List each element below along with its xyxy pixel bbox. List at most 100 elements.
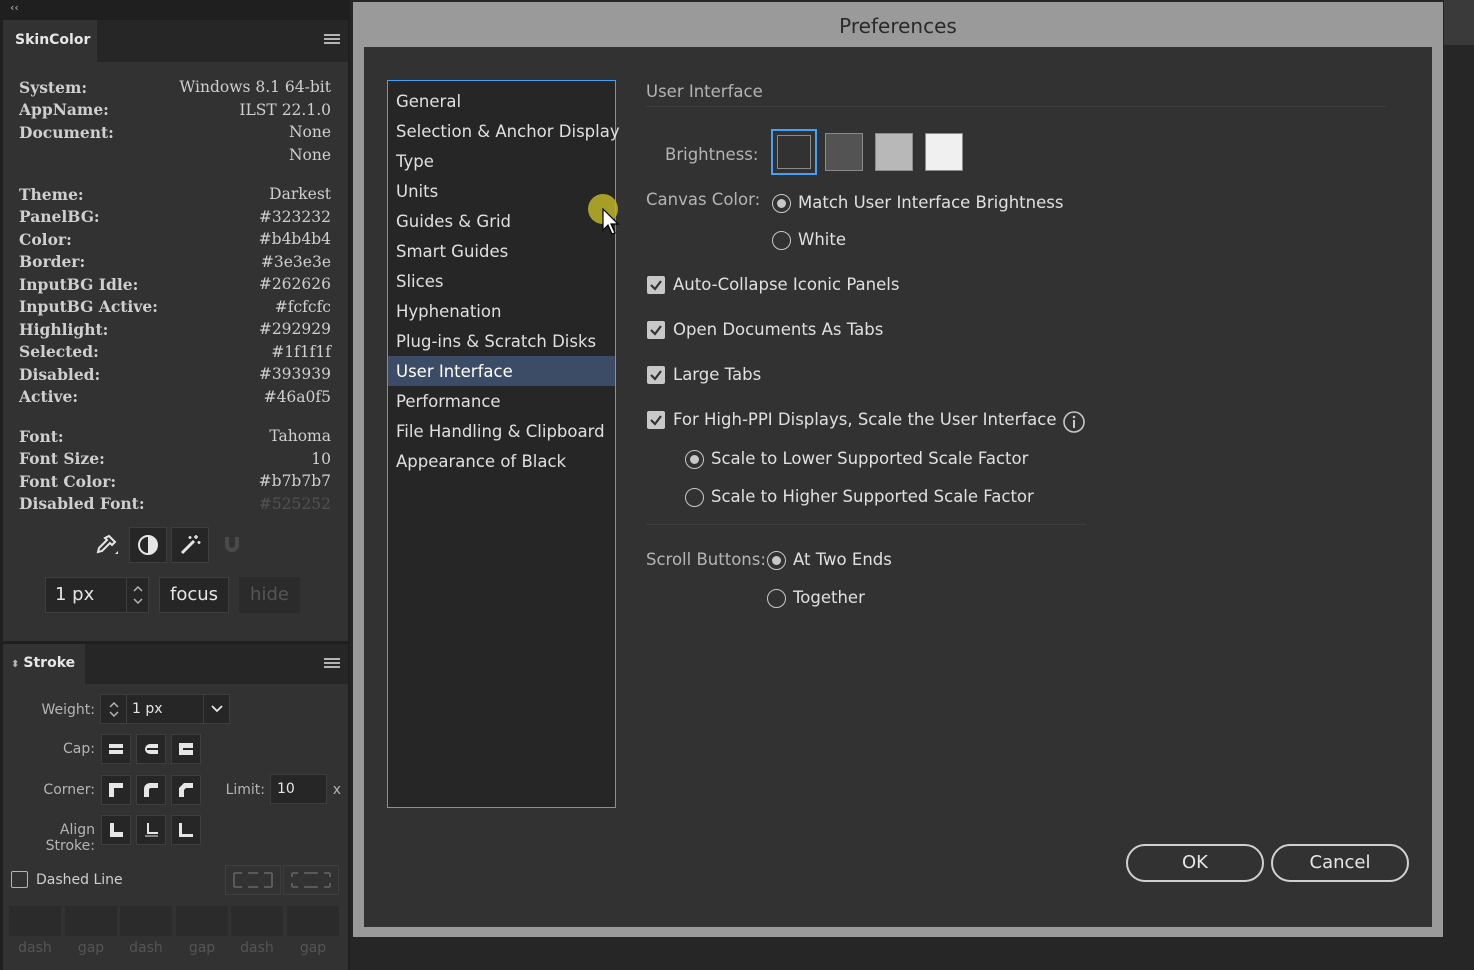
scroll-two-ends-label[interactable]: At Two Ends [793,550,892,569]
px-stepper[interactable]: 1 px [45,577,149,613]
category-guides-grid[interactable]: Guides & Grid [388,206,615,236]
category-type[interactable]: Type [388,146,615,176]
scale-lower-radio[interactable] [685,450,704,469]
chevron-down-icon[interactable] [108,710,119,718]
open-docs-tabs-label[interactable]: Open Documents As Tabs [673,320,883,339]
category-plugins-scratch[interactable]: Plug-ins & Scratch Disks [388,326,615,356]
category-file-handling[interactable]: File Handling & Clipboard [388,416,615,446]
category-appearance-black[interactable]: Appearance of Black [388,446,615,476]
category-user-interface[interactable]: User Interface [388,356,615,386]
dash-label-2: dash [129,940,163,956]
stroke-menu-icon[interactable] [324,658,340,670]
info-icon[interactable] [1062,410,1086,434]
auto-collapse-label[interactable]: Auto-Collapse Iconic Panels [673,275,899,294]
gap-label-3: gap [299,940,327,956]
high-ppi-checkbox[interactable] [647,411,665,429]
canvas-white-label[interactable]: White [798,230,846,249]
dock-collapse-bar[interactable]: ‹‹ [0,0,350,20]
round-cap-icon [145,744,160,754]
category-selection-anchor[interactable]: Selection & Anchor Display [388,116,620,146]
cancel-button[interactable]: Cancel [1271,844,1409,882]
weight-value[interactable]: 1 px [127,695,203,723]
cap-butt-button[interactable] [101,734,131,764]
tab-skincolor[interactable]: SkinColor [3,20,97,62]
gap-input-2[interactable] [176,906,228,936]
cap-square-button[interactable] [171,734,201,764]
chevron-down-icon[interactable] [132,597,143,605]
dash-input-1[interactable] [9,906,61,936]
info-row-color: Color: #b4b4b4 [19,229,331,249]
weight-dropdown[interactable] [203,695,229,723]
px-value[interactable]: 1 px [46,578,126,612]
corner-round-button[interactable] [136,775,166,805]
brightness-lightest[interactable] [921,129,967,175]
cap-round-button[interactable] [136,734,166,764]
dash-input-3[interactable] [231,906,283,936]
category-general[interactable]: General [388,86,615,116]
scroll-together-label[interactable]: Together [793,588,865,607]
eyedropper-button[interactable] [87,527,125,563]
align-center-button[interactable] [101,815,131,845]
weight-combo[interactable]: 1 px [100,694,230,724]
chevron-down-icon[interactable] [210,705,223,713]
scroll-two-ends-radio[interactable] [767,551,786,570]
updown-icon: ⬍ [11,659,20,670]
align-inside-icon [145,823,158,837]
magic-wand-button[interactable] [171,527,209,563]
info-row-document: Document: None [19,122,331,142]
scale-higher-label[interactable]: Scale to Higher Supported Scale Factor [711,487,1034,506]
corner-label: Corner: [43,782,95,798]
info-row-font-size: Font Size: 10 [19,449,331,469]
tab-stroke[interactable]: ⬍ Stroke [3,644,85,684]
scale-higher-radio[interactable] [685,488,704,507]
category-slices[interactable]: Slices [388,266,615,296]
chevron-up-icon[interactable] [132,585,143,593]
category-smart-guides[interactable]: Smart Guides [388,236,615,266]
px-spin[interactable] [126,578,148,612]
gap-input-3[interactable] [287,906,339,936]
hide-button[interactable]: hide [239,577,300,613]
ok-button[interactable]: OK [1126,844,1264,882]
gap-input-1[interactable] [65,906,117,936]
focus-button[interactable]: focus [159,577,230,613]
limit-input[interactable]: 10 [270,774,327,804]
checkmark-icon [650,415,662,426]
dash-input-2[interactable] [120,906,172,936]
panel-menu-icon[interactable] [324,34,340,46]
large-tabs-checkbox[interactable] [647,366,665,384]
align-inside-button[interactable] [136,815,166,845]
chevron-up-icon[interactable] [108,701,119,708]
category-hyphenation[interactable]: Hyphenation [388,296,615,326]
magnet-button[interactable] [213,527,251,563]
high-ppi-label[interactable]: For High-PPI Displays, Scale the User In… [673,410,1057,429]
contrast-button[interactable] [129,527,167,563]
gap-label-2: gap [188,940,216,956]
open-docs-tabs-checkbox[interactable] [647,321,665,339]
canvas-match-label[interactable]: Match User Interface Brightness [798,193,1063,212]
category-performance[interactable]: Performance [388,386,615,416]
corner-bevel-button[interactable] [171,775,201,805]
dialog-body: General Selection & Anchor Display Type … [364,47,1432,927]
double-chevron-left-icon[interactable]: ‹‹ [10,1,19,14]
dash-align-button[interactable] [283,865,339,895]
info-row-panelbg: PanelBG: #323232 [19,207,331,227]
large-tabs-label[interactable]: Large Tabs [673,365,761,384]
dash-exact-button[interactable] [225,865,281,895]
weight-spin[interactable] [101,695,127,723]
canvas-match-radio[interactable] [772,194,791,213]
canvas-white-radio[interactable] [772,231,791,250]
corner-miter-button[interactable] [101,775,131,805]
scale-lower-label[interactable]: Scale to Lower Supported Scale Factor [711,449,1028,468]
info-row-selected: Selected: #1f1f1f [19,342,331,362]
brightness-dark[interactable] [821,129,867,175]
swatch-dark [825,133,863,171]
brightness-darkest[interactable] [771,129,817,175]
auto-collapse-checkbox[interactable] [647,276,665,294]
align-outside-button[interactable] [171,815,201,845]
preferences-dialog: Preferences General Selection & Anchor D… [353,2,1443,937]
category-units[interactable]: Units [388,176,615,206]
scroll-together-radio[interactable] [767,589,786,608]
brightness-light[interactable] [871,129,917,175]
dashed-line-checkbox[interactable] [11,871,28,888]
magnet-icon [225,537,239,552]
